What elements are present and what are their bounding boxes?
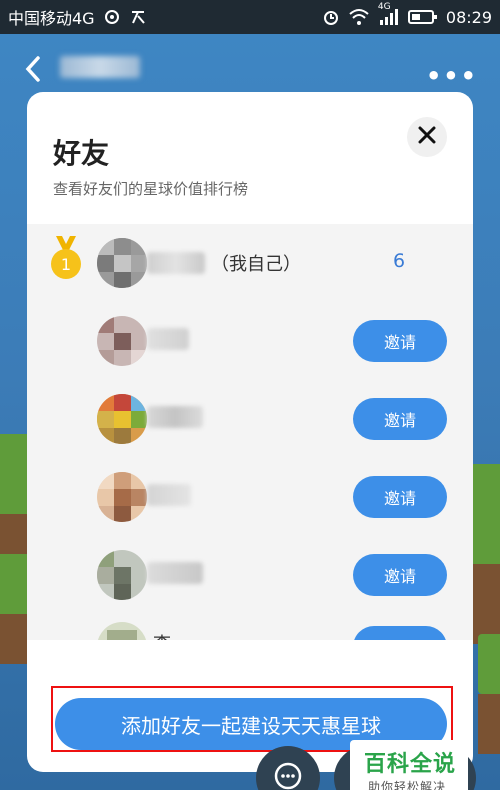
alarm-icon bbox=[322, 8, 340, 26]
invite-button[interactable]: 邀请 bbox=[353, 626, 447, 640]
game-scene: ••• 好友 查看好友们的星球价值排行榜 1 （我自己） 6 邀请 邀请 邀请 … bbox=[0, 34, 500, 790]
invite-button[interactable]: 邀请 bbox=[353, 476, 447, 518]
friend-row: 邀请 bbox=[27, 458, 473, 536]
app-notification-icon bbox=[129, 8, 147, 26]
invite-button[interactable]: 邀请 bbox=[353, 398, 447, 440]
avatar bbox=[97, 238, 147, 288]
blurred-friend-name bbox=[147, 406, 203, 428]
status-bar: 中国移动4G 4G 08:29 bbox=[0, 0, 500, 34]
land-block-right bbox=[470, 464, 500, 644]
carrier-label: 中国移动4G bbox=[8, 9, 95, 28]
watermark-title: 百科全说 bbox=[364, 752, 457, 777]
friends-list: 1 （我自己） 6 邀请 邀请 邀请 邀请 bbox=[27, 224, 473, 640]
notification-icon bbox=[103, 8, 121, 26]
avatar bbox=[97, 316, 147, 366]
friend-name-partial: 李 bbox=[153, 630, 171, 640]
avatar bbox=[97, 550, 147, 600]
chat-bubble-icon bbox=[272, 760, 304, 790]
planet-score: 6 bbox=[393, 250, 406, 272]
land-block-left-lower bbox=[0, 554, 30, 664]
avatar bbox=[97, 472, 147, 522]
friend-row: 李 邀请 bbox=[27, 614, 473, 640]
friends-modal: 好友 查看好友们的星球价值排行榜 1 （我自己） 6 邀请 邀请 邀请 邀请 添… bbox=[27, 92, 473, 772]
wifi-icon bbox=[348, 8, 370, 26]
friend-row: 邀请 bbox=[27, 536, 473, 614]
land-block-right-lower bbox=[478, 634, 500, 754]
back-arrow-icon[interactable] bbox=[20, 52, 46, 86]
battery-icon bbox=[407, 8, 438, 26]
clock-time: 08:29 bbox=[445, 7, 492, 27]
friend-row: 邀请 bbox=[27, 302, 473, 380]
close-button[interactable] bbox=[407, 117, 447, 157]
blurred-friend-name bbox=[147, 484, 191, 506]
rank-number: 1 bbox=[61, 255, 71, 274]
blurred-username bbox=[60, 56, 140, 78]
blurred-friend-name bbox=[147, 328, 189, 350]
avatar bbox=[97, 394, 147, 444]
modal-subtitle: 查看好友们的星球价值排行榜 bbox=[53, 180, 249, 198]
close-icon bbox=[417, 125, 437, 149]
watermark-subtitle: 助你轻松解决 bbox=[368, 780, 447, 790]
signal-icon: 4G bbox=[378, 2, 400, 26]
invite-button[interactable]: 邀请 bbox=[353, 554, 447, 596]
watermark: 百科全说 助你轻松解决 bbox=[350, 740, 468, 790]
self-label: （我自己） bbox=[211, 254, 301, 275]
modal-title: 好友 bbox=[53, 137, 110, 170]
blurred-friend-name bbox=[147, 252, 205, 274]
blurred-friend-name bbox=[147, 562, 203, 584]
avatar bbox=[97, 622, 147, 640]
friend-row: 邀请 bbox=[27, 380, 473, 458]
invite-button[interactable]: 邀请 bbox=[353, 320, 447, 362]
more-options-icon[interactable]: ••• bbox=[426, 62, 478, 90]
friend-row-self: 1 （我自己） 6 bbox=[27, 224, 473, 302]
gold-medal-icon: 1 bbox=[49, 236, 83, 280]
network-type-label: 4G bbox=[377, 2, 391, 12]
